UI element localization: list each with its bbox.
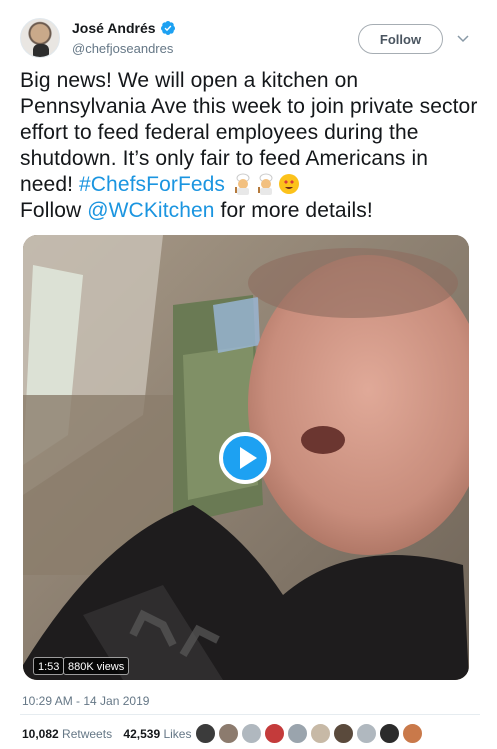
tweet-timestamp[interactable]: 10:29 AM - 14 Jan 2019 (22, 694, 149, 708)
cook-emoji-icon (257, 173, 273, 195)
liker-avatar[interactable] (356, 723, 377, 744)
liker-avatar[interactable] (195, 723, 216, 744)
tweet-text-follow: Follow (20, 199, 88, 222)
retweets-count: 10,082 (22, 727, 59, 741)
tweet-header: José Andrés @chefjoseandres Follow (20, 16, 480, 60)
display-name[interactable]: José Andrés (72, 20, 156, 36)
tweet-stats: 10,082 Retweets 42,539 Likes (22, 727, 199, 741)
display-name-row[interactable]: José Andrés (72, 20, 176, 36)
verified-badge-icon (160, 21, 175, 35)
liker-avatar[interactable] (218, 723, 239, 744)
heart-eyes-face-emoji-icon (278, 174, 299, 194)
liker-avatar[interactable] (402, 723, 423, 744)
tweet-text-tail: for more details! (214, 199, 373, 222)
avatar[interactable] (20, 18, 60, 58)
follow-button[interactable]: Follow (358, 24, 443, 54)
liker-avatar[interactable] (379, 723, 400, 744)
liker-avatars (195, 723, 425, 744)
video-player[interactable]: 1:53 880K views (23, 235, 469, 680)
tweet-text: Big news! We will open a kitchen on Penn… (20, 68, 480, 224)
user-names: José Andrés @chefjoseandres (72, 20, 176, 56)
mention-link[interactable]: @WCKitchen (87, 199, 214, 222)
user-handle[interactable]: @chefjoseandres (72, 41, 176, 56)
divider (20, 714, 480, 715)
retweets-label: Retweets (62, 727, 113, 741)
likes-count: 42,539 (123, 727, 161, 741)
cook-emoji-icon (234, 173, 250, 195)
liker-avatar[interactable] (241, 723, 262, 744)
liker-avatar[interactable] (333, 723, 354, 744)
hashtag-link[interactable]: #ChefsForFeds (79, 173, 225, 196)
likes-label: Likes (163, 727, 192, 741)
retweets-stat[interactable]: 10,082 Retweets (22, 727, 116, 741)
liker-avatar[interactable] (264, 723, 285, 744)
liker-avatar[interactable] (310, 723, 331, 744)
liker-avatar[interactable] (287, 723, 308, 744)
video-duration-badge: 1:53 (33, 657, 65, 675)
play-button[interactable] (219, 432, 271, 484)
video-views-badge: 880K views (63, 657, 130, 675)
likes-stat[interactable]: 42,539 Likes (123, 727, 195, 741)
chevron-down-icon[interactable] (457, 34, 469, 44)
